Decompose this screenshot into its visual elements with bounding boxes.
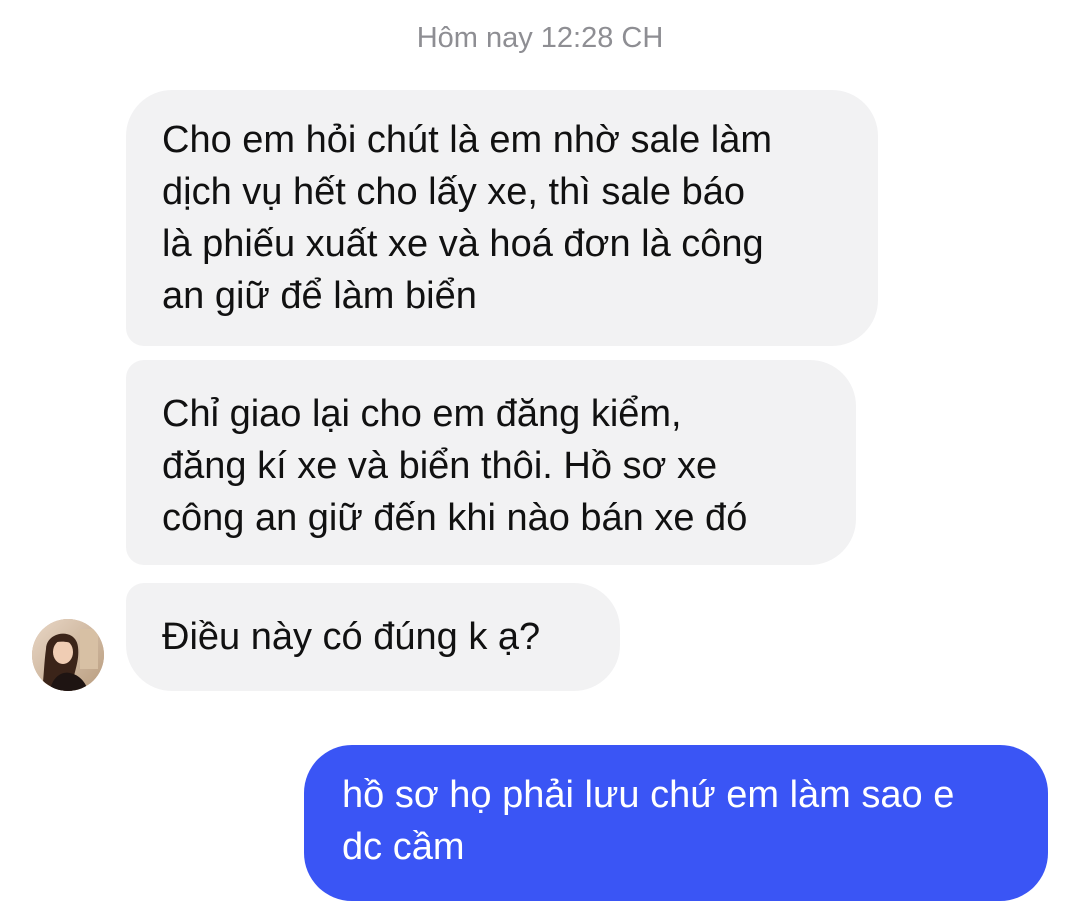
outgoing-message-bubble[interactable]: hồ sơ họ phải lưu chứ em làm sao e dc cầ… xyxy=(304,745,1048,901)
sender-avatar[interactable] xyxy=(32,619,104,691)
incoming-message-bubble[interactable]: Điều này có đúng k ạ? xyxy=(126,583,620,691)
conversation-timestamp: Hôm nay 12:28 CH xyxy=(416,22,664,54)
incoming-message-bubble[interactable]: Chỉ giao lại cho em đăng kiểm, đăng kí x… xyxy=(126,360,856,565)
avatar-photo-icon xyxy=(32,619,104,691)
incoming-message-bubble[interactable]: Cho em hỏi chút là em nhờ sale làm dịch … xyxy=(126,90,878,346)
